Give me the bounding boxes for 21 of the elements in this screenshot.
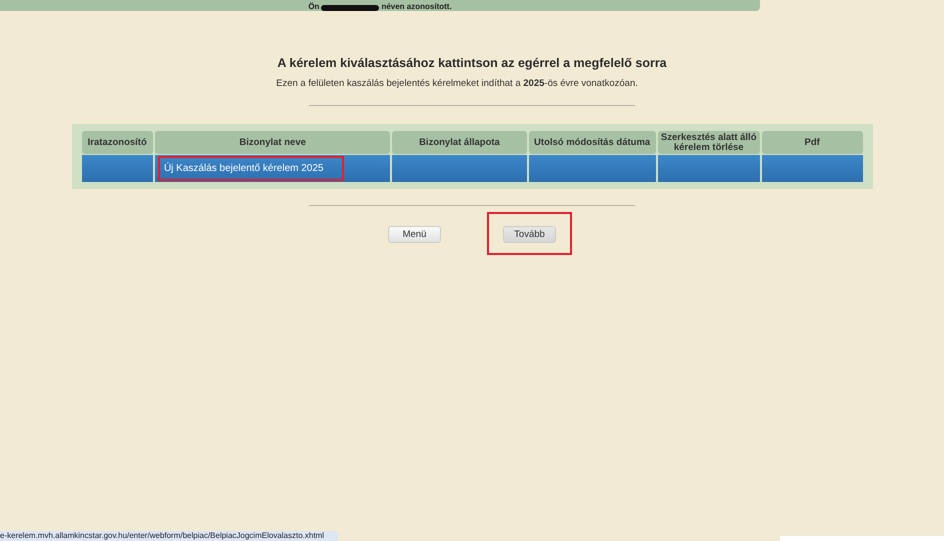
table-cell[interactable] [762, 155, 862, 182]
table-cell[interactable] [82, 155, 153, 182]
column-header: Pdf [762, 131, 862, 154]
table-cell[interactable]: Új Kaszálás bejelentő kérelem 2025 [154, 155, 390, 182]
column-header: Bizonylat neve [154, 131, 390, 154]
column-header: Utolsó módosítás dátuma [528, 131, 656, 154]
user-label: Ön [308, 3, 320, 11]
nav-button[interactable]: Menü [388, 226, 441, 243]
table-cell[interactable] [392, 155, 527, 182]
status-url: e-kerelem.mvh.allamkincstar.gov.hu/enter/webform/belpiac/BelpiacJogcimElovalaszto.xhtml [0, 531, 338, 541]
nav-button[interactable]: Tovább [503, 226, 556, 243]
intro-text: Ezen a felületen kaszálás bejelentés kérelmeket indíthat a 2025-ös évre vonatkozóan. [276, 78, 638, 89]
column-header: Iratazonosító [82, 131, 153, 154]
table-cell[interactable] [658, 155, 760, 182]
column-header: Szerkesztés alatt álló kérelem törlése [658, 131, 760, 154]
user-label: néven azonosított. [381, 3, 452, 11]
column-header: Bizonylat állapota [392, 131, 527, 154]
redaction-mark [321, 5, 380, 11]
document-name: Új Kaszálás bejelentő kérelem 2025 [158, 156, 344, 181]
page-heading: A kérelem kiválasztásához kattintson az egérrel a megfelelő sorra [277, 56, 667, 70]
table-cell[interactable] [528, 155, 656, 182]
